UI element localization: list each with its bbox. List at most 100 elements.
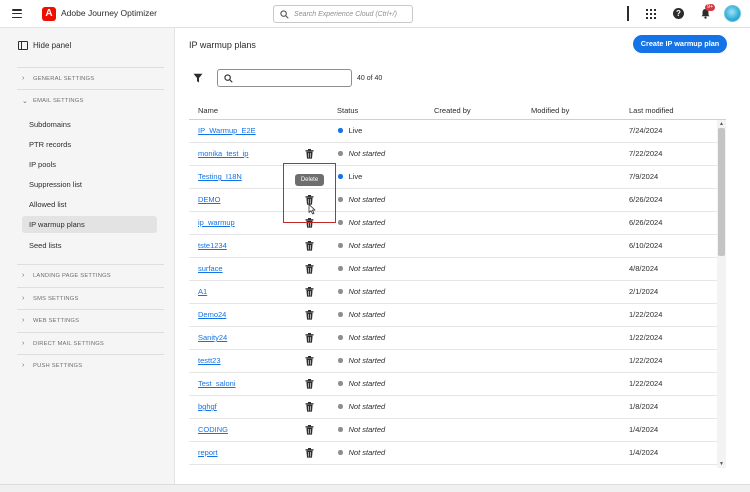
group-push-settings[interactable]: › PUSH SETTINGS bbox=[22, 362, 82, 369]
scroll-up-icon[interactable]: ▲ bbox=[719, 121, 724, 127]
help-icon[interactable]: ? bbox=[673, 8, 684, 19]
table-row[interactable]: testt23 Not started 1/22/2024 bbox=[189, 350, 726, 373]
avatar[interactable] bbox=[724, 5, 741, 22]
plan-name-link[interactable]: CODING bbox=[198, 425, 228, 434]
last-modified-cell: 7/22/2024 bbox=[629, 149, 663, 158]
table-row[interactable]: tste1234 Not started 6/10/2024 bbox=[189, 235, 726, 258]
column-header-name[interactable]: Name bbox=[198, 106, 218, 115]
sidebar-item-ip-warmup-plans[interactable]: IP warmup plans bbox=[22, 216, 157, 233]
filter-icon[interactable] bbox=[193, 73, 203, 83]
menu-icon[interactable] bbox=[12, 9, 22, 18]
table-row[interactable]: DEMO Not started 6/26/2024 bbox=[189, 189, 726, 212]
global-search-placeholder: Search Experience Cloud (Ctrl+/) bbox=[294, 10, 397, 18]
trash-icon[interactable] bbox=[305, 333, 314, 343]
plan-name-link[interactable]: testt23 bbox=[198, 356, 221, 365]
table-row[interactable]: report Not started 1/4/2024 bbox=[189, 442, 726, 465]
search-input[interactable] bbox=[217, 69, 352, 87]
create-ip-warmup-plan-button[interactable]: Create IP warmup plan bbox=[633, 35, 727, 53]
sidebar-item-allowed-list[interactable]: Allowed list bbox=[22, 196, 157, 213]
column-header-modified-by[interactable]: Modified by bbox=[531, 106, 569, 115]
table-row[interactable]: CODING Not started 1/4/2024 bbox=[189, 419, 726, 442]
status-dot bbox=[338, 358, 343, 363]
table-row[interactable]: surface Not started 4/8/2024 bbox=[189, 258, 726, 281]
status-badge: Not started bbox=[338, 333, 385, 342]
group-label: PUSH SETTINGS bbox=[33, 362, 83, 369]
table-row[interactable]: bghgf Not started 1/8/2024 bbox=[189, 396, 726, 419]
plan-name-link[interactable]: Testing_I18N bbox=[198, 172, 242, 181]
group-sms-settings[interactable]: › SMS SETTINGS bbox=[22, 295, 79, 302]
chevron-right-icon: › bbox=[22, 295, 25, 302]
global-search-input[interactable]: Search Experience Cloud (Ctrl+/) bbox=[273, 5, 413, 23]
table-row[interactable]: A1 Not started 2/1/2024 bbox=[189, 281, 726, 304]
status-badge: Not started bbox=[338, 356, 385, 365]
status-dot bbox=[338, 427, 343, 432]
group-web-settings[interactable]: › WEB SETTINGS bbox=[22, 317, 79, 324]
adobe-logo-icon[interactable]: A bbox=[42, 7, 56, 21]
plan-name-link[interactable]: Sanity24 bbox=[198, 333, 227, 342]
plan-name-link[interactable]: bghgf bbox=[198, 402, 217, 411]
trash-icon[interactable] bbox=[305, 310, 314, 320]
table-row[interactable]: monika_test_ip Not started 7/22/2024 bbox=[189, 143, 726, 166]
column-header-last-modified[interactable]: Last modified bbox=[629, 106, 674, 115]
last-modified-cell: 7/9/2024 bbox=[629, 172, 659, 181]
table-row[interactable]: Demo24 Not started 1/22/2024 bbox=[189, 304, 726, 327]
trash-icon[interactable] bbox=[305, 149, 314, 159]
status-dot bbox=[338, 450, 343, 455]
app-title[interactable]: Adobe Journey Optimizer bbox=[61, 8, 157, 18]
table-row[interactable]: IP_Warmup_E2E Live 7/24/2024 bbox=[189, 120, 726, 143]
trash-icon[interactable] bbox=[305, 356, 314, 366]
status-badge: Not started bbox=[338, 425, 385, 434]
plan-name-link[interactable]: Demo24 bbox=[198, 310, 226, 319]
plan-name-link[interactable]: IP_Warmup_E2E bbox=[198, 126, 256, 135]
trash-icon[interactable] bbox=[305, 448, 314, 458]
trash-icon[interactable] bbox=[305, 264, 314, 274]
trash-icon[interactable] bbox=[305, 402, 314, 412]
trash-icon[interactable] bbox=[305, 241, 314, 251]
apps-grid-icon[interactable] bbox=[646, 9, 656, 19]
group-label: WEB SETTINGS bbox=[33, 317, 80, 324]
group-landing-page-settings[interactable]: › LANDING PAGE SETTINGS bbox=[22, 272, 111, 279]
hide-panel-button[interactable]: Hide panel bbox=[18, 41, 71, 50]
table-row[interactable]: ip_warmup Not started 6/26/2024 bbox=[189, 212, 726, 235]
plan-name-link[interactable]: DEMO bbox=[198, 195, 221, 204]
scroll-down-icon[interactable]: ▼ bbox=[719, 461, 724, 467]
plan-name-link[interactable]: Test_saloni bbox=[198, 379, 236, 388]
result-count: 40 of 40 bbox=[357, 75, 383, 82]
plan-name-link[interactable]: ip_warmup bbox=[198, 218, 235, 227]
trash-icon[interactable] bbox=[305, 379, 314, 389]
status-dot bbox=[338, 404, 343, 409]
trash-icon[interactable] bbox=[305, 287, 314, 297]
status-label: Not started bbox=[348, 448, 386, 457]
sidebar-item-ptr-records[interactable]: PTR records bbox=[22, 136, 157, 153]
sidebar-item-suppression-list[interactable]: Suppression list bbox=[22, 176, 157, 193]
status-badge: Not started bbox=[338, 195, 385, 204]
column-header-status[interactable]: Status bbox=[337, 106, 358, 115]
status-label: Live bbox=[348, 172, 363, 181]
group-label: EMAIL SETTINGS bbox=[33, 98, 84, 104]
sidebar-item-ip-pools[interactable]: IP pools bbox=[22, 156, 157, 173]
status-label: Not started bbox=[348, 218, 386, 227]
column-header-created-by[interactable]: Created by bbox=[434, 106, 471, 115]
group-general-settings[interactable]: › GENERAL SETTINGS bbox=[22, 75, 94, 82]
status-badge: Not started bbox=[338, 218, 385, 227]
group-email-settings[interactable]: ⌄ EMAIL SETTINGS bbox=[22, 97, 84, 105]
plan-name-link[interactable]: report bbox=[198, 448, 218, 457]
status-dot bbox=[338, 266, 343, 271]
plan-name-link[interactable]: tste1234 bbox=[198, 241, 227, 250]
table-row[interactable]: Testing_I18N Live 7/9/2024 bbox=[189, 166, 726, 189]
last-modified-cell: 1/22/2024 bbox=[629, 379, 663, 388]
trash-icon[interactable] bbox=[305, 425, 314, 435]
sidebar-item-seed-lists[interactable]: Seed lists bbox=[22, 237, 157, 254]
sidebar-item-subdomains[interactable]: Subdomains bbox=[22, 116, 157, 133]
status-badge: Not started bbox=[338, 241, 385, 250]
plan-name-link[interactable]: surface bbox=[198, 264, 223, 273]
group-direct-mail-settings[interactable]: › DIRECT MAIL SETTINGS bbox=[22, 340, 104, 347]
bottom-scroll-bar bbox=[0, 484, 750, 492]
status-label: Not started bbox=[348, 379, 386, 388]
plan-name-link[interactable]: monika_test_ip bbox=[198, 149, 248, 158]
plan-name-link[interactable]: A1 bbox=[198, 287, 207, 296]
table-row[interactable]: Test_saloni Not started 1/22/2024 bbox=[189, 373, 726, 396]
status-badge: Live bbox=[338, 172, 362, 181]
table-row[interactable]: Sanity24 Not started 1/22/2024 bbox=[189, 327, 726, 350]
scrollbar-thumb[interactable] bbox=[718, 128, 725, 256]
